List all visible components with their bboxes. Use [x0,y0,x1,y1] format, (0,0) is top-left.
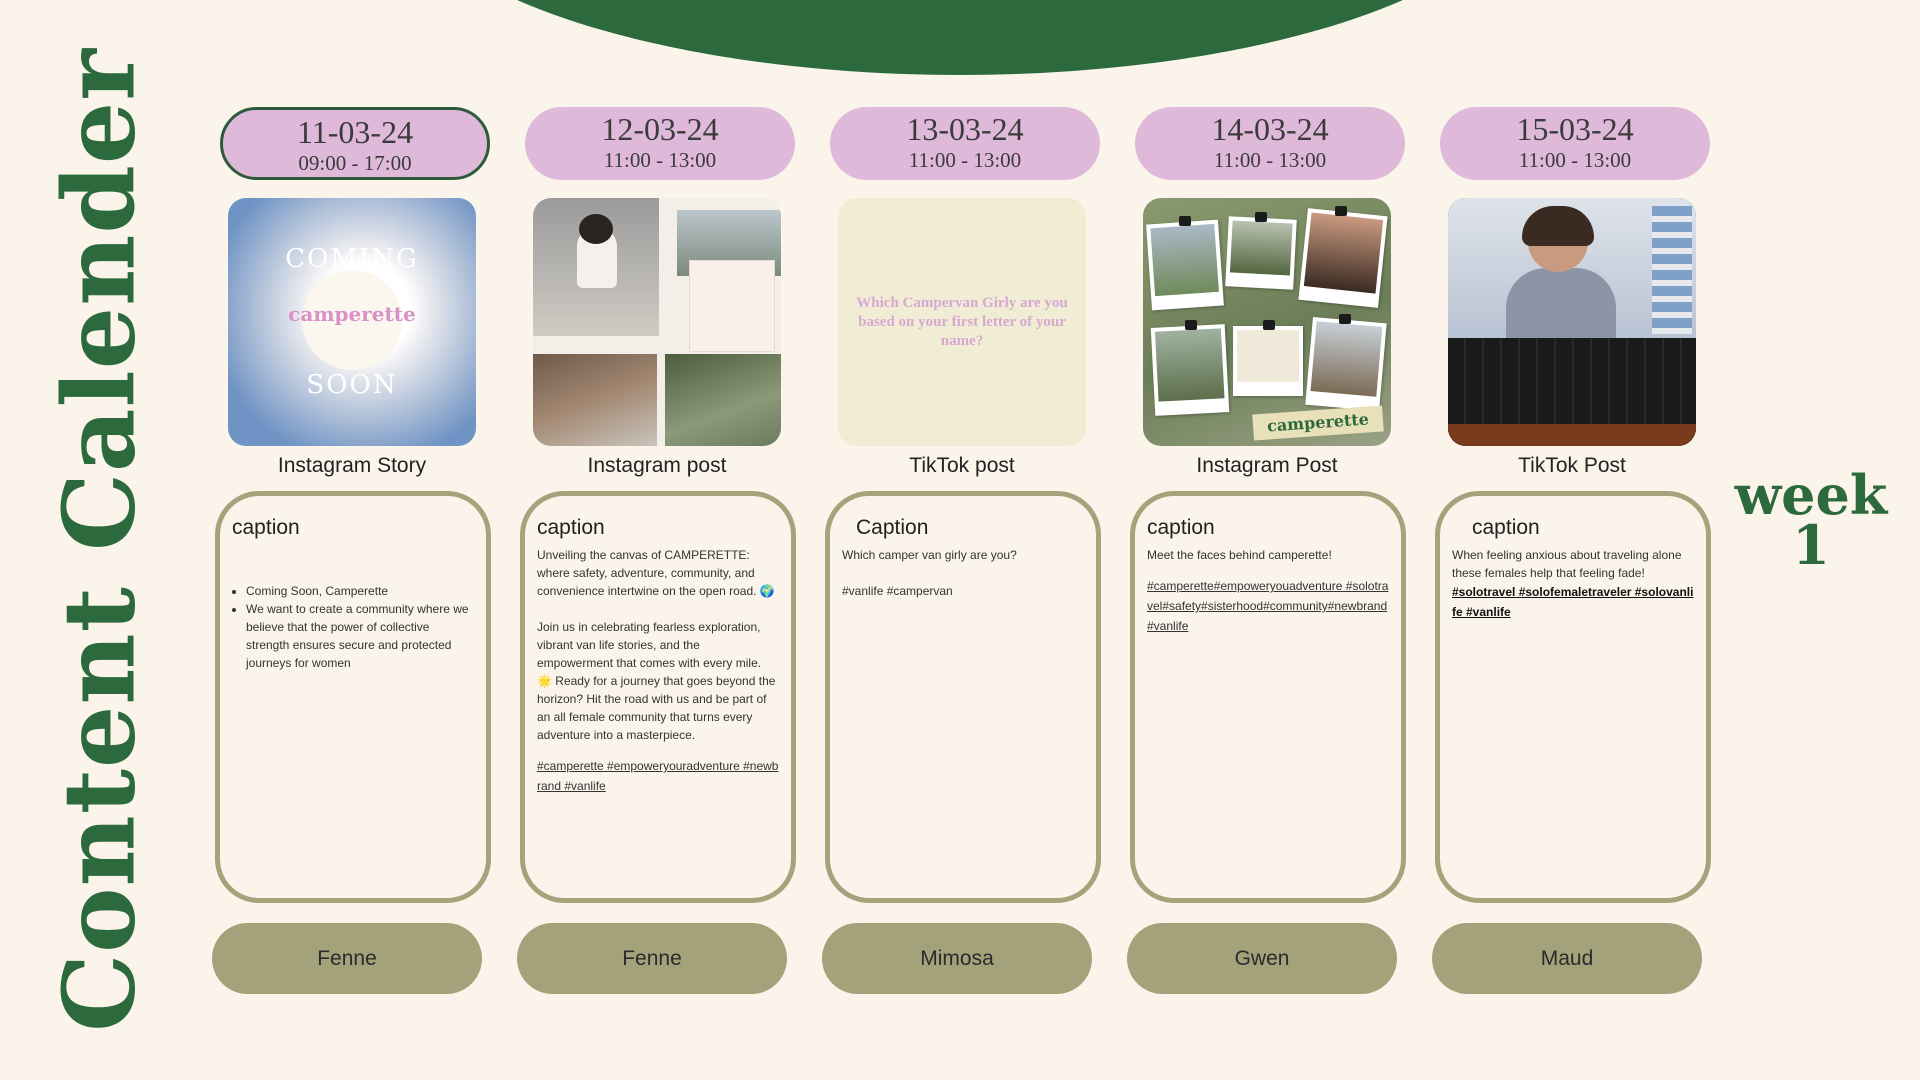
caption-body: Coming Soon, Camperette We want to creat… [232,546,474,708]
desk-image [1448,424,1696,446]
day-column-2: 12-03-24 11:00 - 13:00 Instagram post ca… [517,0,797,1080]
assignee-button[interactable]: Fenne [212,923,482,994]
board-photo [1150,324,1230,416]
video-person-body [1506,268,1616,338]
post-type-label: TikTok Post [1518,454,1626,477]
caption-body: When feeling anxious about traveling alo… [1452,548,1685,580]
video-sidebar [1652,206,1692,334]
post-type-label: Instagram Story [277,454,427,477]
caption-title: caption [1147,516,1215,539]
board-photo [1305,316,1387,412]
caption-card[interactable]: caption When feeling anxious about trave… [1435,491,1711,903]
caption-hashtags[interactable]: #camperette#empoweryouadventure #solotra… [1147,576,1389,636]
collage-hair [579,214,613,244]
collage-photo [533,354,657,446]
caption-hashtags[interactable]: #camperette #empoweryouradventure #newbr… [537,756,779,796]
date-pill[interactable]: 13-03-24 11:00 - 13:00 [830,107,1100,180]
post-thumbnail[interactable] [1448,198,1696,446]
caption-bullet: We want to create a community where we b… [246,600,474,672]
thumbnail-brand: camperette [1252,405,1384,441]
binder-clip-icon [1255,212,1267,222]
assignee-button[interactable]: Maud [1432,923,1702,994]
post-thumbnail[interactable]: Which Campervan Girly are you based on y… [838,198,1086,446]
post-thumbnail[interactable]: camperette [1143,198,1391,446]
board-photo [1233,326,1303,396]
binder-clip-icon [1263,320,1275,330]
assignee-button[interactable]: Fenne [517,923,787,994]
assignee-button[interactable]: Mimosa [822,923,1092,994]
date-pill[interactable]: 11-03-24 09:00 - 17:00 [220,107,490,180]
board-photo [1225,216,1297,290]
day-column-5: 15-03-24 11:00 - 13:00 TikTok Post capti… [1432,0,1712,1080]
time-label: 11:00 - 13:00 [1518,148,1632,172]
caption-body: Unveiling the canvas of CAMPERETTE: wher… [537,548,776,742]
time-label: 11:00 - 13:00 [603,148,717,172]
thumbnail-text-bottom: SOON [306,370,398,400]
post-type-label: Instagram post [587,454,727,477]
day-column-3: 13-03-24 11:00 - 13:00 Which Campervan G… [822,0,1102,1080]
date-pill[interactable]: 15-03-24 11:00 - 13:00 [1440,107,1710,180]
caption-card[interactable]: caption Coming Soon, Camperette We want … [215,491,491,903]
date-label: 15-03-24 [1516,111,1634,147]
post-thumbnail[interactable] [533,198,781,446]
caption-title: caption [232,516,300,539]
post-thumbnail[interactable]: COMING camperette SOON [228,198,476,446]
caption-body: Which camper van girly are you? #vanlife… [842,548,1017,598]
binder-clip-icon [1339,314,1351,324]
post-type-label: TikTok post [909,454,1015,477]
date-label: 13-03-24 [906,111,1024,147]
thumbnail-quiz-text: Which Campervan Girly are you based on y… [856,294,1068,349]
caption-hashtags[interactable]: #solotravel #solofemaletraveler #solovan… [1452,582,1694,622]
caption-body: Meet the faces behind camperette! [1147,548,1332,562]
day-column-4: 14-03-24 11:00 - 13:00 camperette Instag… [1127,0,1407,1080]
binder-clip-icon [1335,206,1347,216]
time-label: 11:00 - 13:00 [1213,148,1327,172]
caption-card[interactable]: caption Meet the faces behind camperette… [1130,491,1406,903]
date-pill[interactable]: 12-03-24 11:00 - 13:00 [525,107,795,180]
time-label: 11:00 - 13:00 [908,148,1022,172]
week-label: week 1 [1730,468,1892,577]
date-label: 11-03-24 [296,114,414,150]
post-type-label: Instagram Post [1196,454,1338,477]
caption-card[interactable]: Caption Which camper van girly are you? … [825,491,1101,903]
caption-bullet: Coming Soon, Camperette [246,582,474,600]
assignee-button[interactable]: Gwen [1127,923,1397,994]
date-pill[interactable]: 14-03-24 11:00 - 13:00 [1135,107,1405,180]
caption-title: caption [1472,516,1540,539]
page-title: Content Calender [42,48,158,1032]
day-column-1: 11-03-24 09:00 - 17:00 COMING camperette… [212,0,492,1080]
collage-photo [665,354,781,446]
binder-clip-icon [1179,216,1191,226]
board-photo [1146,219,1224,311]
board-photo [1298,208,1388,308]
collage-note [689,260,775,352]
time-label: 09:00 - 17:00 [298,151,412,175]
date-label: 12-03-24 [601,111,719,147]
date-label: 14-03-24 [1211,111,1329,147]
caption-card[interactable]: caption Unveiling the canvas of CAMPERET… [520,491,796,903]
thumbnail-brand: camperette [288,302,416,326]
caption-title: Caption [856,516,929,539]
caption-title: caption [537,516,605,539]
binder-clip-icon [1185,320,1197,330]
week-number: 1 [1792,513,1830,577]
